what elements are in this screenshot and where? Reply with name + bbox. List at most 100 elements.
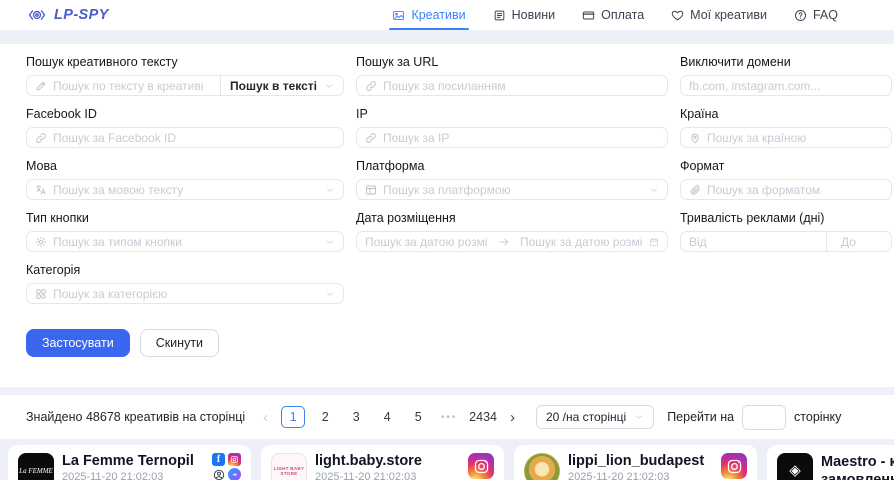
heart-icon — [671, 9, 684, 22]
nav-tab-my-creatives[interactable]: Мої креативи — [671, 0, 767, 30]
duration-from-input[interactable] — [681, 232, 820, 251]
per-page-select[interactable]: 20 /на сторінці — [536, 405, 654, 429]
creative-card[interactable]: lippi_lion_budapest 2025-11-20 21:02:03 … — [514, 445, 757, 480]
page-button-5[interactable]: 5 — [407, 406, 429, 428]
instagram-icon — [228, 453, 241, 466]
grid-icon — [35, 288, 47, 300]
chevron-down-icon — [649, 185, 659, 195]
chevron-down-icon — [324, 81, 334, 91]
field-label: Пошук креативного тексту — [26, 55, 344, 69]
pencil-icon — [35, 80, 47, 92]
nav-tab-news[interactable]: Новини — [493, 0, 556, 30]
field-label: Тривалість реклами (дні) — [680, 211, 892, 225]
page-button-2434[interactable]: 2434 — [469, 406, 497, 428]
nav-tab-label: Мої креативи — [690, 8, 767, 22]
field-facebook-id: Facebook ID — [26, 107, 344, 148]
prev-page-button[interactable]: ‹ — [259, 410, 272, 425]
field-label: Формат — [680, 159, 892, 173]
avatar: LIGHT BABY STORE — [271, 453, 307, 480]
date-from-placeholder[interactable]: Пошук за датою розміщення — [365, 235, 488, 249]
app-logo[interactable]: LP-SPY — [26, 6, 109, 24]
nav-tab-faq[interactable]: FAQ — [794, 0, 838, 30]
chevron-down-icon — [634, 412, 644, 422]
card-date: 2025-11-20 21:02:03 — [315, 471, 460, 480]
nav-tab-payment[interactable]: Оплата — [582, 0, 644, 30]
card-date: 2025-11-20 21:02:03 — [62, 471, 204, 480]
field-label: Facebook ID — [26, 107, 344, 121]
page-button-3[interactable]: 3 — [345, 406, 367, 428]
url-input[interactable] — [383, 79, 659, 93]
avatar: La FEMME — [18, 453, 54, 480]
format-input[interactable] — [707, 183, 883, 197]
messenger-icon — [228, 468, 241, 480]
credit-card-icon — [582, 9, 595, 22]
field-label: Тип кнопки — [26, 211, 344, 225]
app-header: LP-SPY Креативи Новини Оплата Мої креати… — [0, 0, 894, 30]
language-select[interactable] — [26, 179, 344, 200]
apply-button[interactable]: Застосувати — [26, 329, 130, 357]
country-input[interactable] — [707, 131, 883, 145]
results-count: Знайдено 48678 креативів на сторінці — [26, 410, 245, 424]
date-range-picker[interactable]: Пошук за датою розміщення Пошук за датою… — [356, 231, 668, 252]
nav-tab-creatives[interactable]: Креативи — [392, 0, 465, 30]
creative-card[interactable]: La FEMME La Femme Ternopil 2025-11-20 21… — [8, 445, 251, 480]
field-ip: IP — [356, 107, 668, 148]
button-type-input[interactable] — [53, 235, 319, 249]
instagram-icon — [468, 453, 494, 479]
nav-tab-label: Новини — [512, 8, 556, 22]
button-type-select[interactable] — [26, 231, 344, 252]
field-label: IP — [356, 107, 668, 121]
field-label: Платформа — [356, 159, 668, 173]
card-title[interactable]: Maestro - кухні, меблі на замовлення в У… — [821, 453, 894, 480]
category-input[interactable] — [53, 287, 319, 301]
paperclip-icon — [689, 184, 701, 196]
card-title[interactable]: lippi_lion_budapest — [568, 453, 713, 469]
date-to-placeholder[interactable]: Пошук за датою розміщення — [520, 235, 643, 249]
field-creative-text: Пошук креативного тексту Пошук в тексті — [26, 55, 344, 96]
field-label: Країна — [680, 107, 892, 121]
language-input[interactable] — [53, 183, 319, 197]
creative-card[interactable]: LIGHT BABY STORE light.baby.store 2025-1… — [261, 445, 504, 480]
nav-tab-label: Оплата — [601, 8, 644, 22]
field-label: Мова — [26, 159, 344, 173]
page-button-2[interactable]: 2 — [314, 406, 336, 428]
platform-icon — [365, 184, 377, 196]
exclude-domains-input[interactable] — [689, 79, 883, 93]
chevron-down-icon — [325, 237, 335, 247]
facebook-id-input[interactable] — [53, 131, 335, 145]
card-title[interactable]: light.baby.store — [315, 453, 460, 469]
platform-input[interactable] — [383, 183, 643, 197]
duration-to-input[interactable] — [833, 232, 891, 251]
news-icon — [493, 9, 506, 22]
card-date: 2025-11-20 21:02:03 — [568, 471, 713, 480]
creative-text-input[interactable] — [53, 79, 212, 93]
card-title[interactable]: La Femme Ternopil — [62, 453, 204, 469]
reset-button[interactable]: Скинути — [140, 329, 219, 357]
page-button-1[interactable]: 1 — [281, 406, 305, 428]
nav-tab-label: FAQ — [813, 8, 838, 22]
pagination-bar: Знайдено 48678 креативів на сторінці ‹ 1… — [0, 395, 894, 439]
link-icon — [35, 132, 47, 144]
question-icon — [794, 9, 807, 22]
search-mode-select[interactable]: Пошук в тексті — [220, 75, 344, 96]
filters-panel: Пошук креативного тексту Пошук в тексті … — [0, 44, 894, 387]
category-select[interactable] — [26, 283, 344, 304]
field-placement-date: Дата розміщення Пошук за датою розміщенн… — [356, 211, 668, 252]
ip-input[interactable] — [383, 131, 659, 145]
logo-text: LP-SPY — [54, 7, 109, 23]
pin-icon — [689, 132, 701, 144]
page-button-4[interactable]: 4 — [376, 406, 398, 428]
next-page-button[interactable]: › — [506, 410, 519, 425]
page-ellipsis[interactable]: ••• — [438, 406, 460, 428]
chevron-down-icon — [325, 185, 335, 195]
link-icon — [365, 132, 377, 144]
main-nav: Креативи Новини Оплата Мої креативи FAQ — [392, 0, 838, 30]
instagram-icon — [721, 453, 747, 479]
account-icon — [212, 468, 225, 480]
platform-select[interactable] — [356, 179, 668, 200]
field-label: Виключити домени — [680, 55, 892, 69]
creative-card[interactable]: ◈ Maestro - кухні, меблі на замовлення в… — [767, 445, 894, 480]
goto-page-input[interactable] — [742, 405, 786, 430]
avatar: ◈ — [777, 453, 813, 480]
translate-icon — [35, 184, 47, 196]
